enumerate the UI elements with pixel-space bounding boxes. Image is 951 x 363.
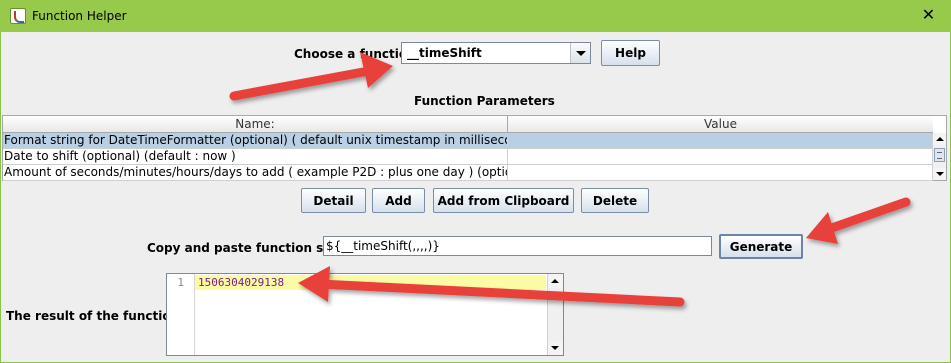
- table-row[interactable]: Amount of seconds/minutes/hours/days to …: [3, 165, 933, 181]
- result-value[interactable]: 1506304029138: [198, 276, 284, 289]
- detail-button[interactable]: Detail: [301, 188, 366, 213]
- title-bar[interactable]: Function Helper ✕: [0, 0, 951, 32]
- line-number: 1: [177, 276, 184, 289]
- scroll-down-icon[interactable]: [933, 168, 946, 180]
- scroll-thumb[interactable]: [934, 148, 945, 162]
- function-parameters-heading: Function Parameters: [414, 94, 555, 108]
- scroll-down-icon[interactable]: [548, 341, 563, 355]
- table-row[interactable]: Date to shift (optional) (default : now …: [3, 149, 933, 165]
- chevron-down-icon[interactable]: [570, 43, 590, 63]
- line-number-gutter: 1: [167, 274, 195, 355]
- java-icon: [10, 8, 26, 24]
- table-row[interactable]: Format string for DateTimeFormatter (opt…: [3, 133, 933, 149]
- param-value-cell[interactable]: [508, 149, 933, 164]
- window-title: Function Helper: [32, 9, 127, 23]
- delete-button[interactable]: Delete: [581, 188, 649, 213]
- column-header-name[interactable]: Name:: [3, 116, 508, 132]
- arrow-to-generate-button: [806, 197, 911, 244]
- param-name-cell[interactable]: Date to shift (optional) (default : now …: [3, 149, 508, 164]
- param-name-cell[interactable]: Format string for DateTimeFormatter (opt…: [3, 133, 508, 148]
- param-value-cell[interactable]: [508, 133, 933, 148]
- table-scrollbar[interactable]: [932, 133, 946, 180]
- generate-button[interactable]: Generate: [719, 234, 803, 259]
- scroll-up-icon[interactable]: [933, 133, 946, 145]
- selected-function-value: __timeShift: [407, 46, 482, 60]
- scroll-up-icon[interactable]: [548, 274, 563, 288]
- help-button[interactable]: Help: [601, 40, 660, 66]
- add-button[interactable]: Add: [372, 188, 425, 213]
- param-value-cell[interactable]: [508, 165, 933, 180]
- table-header: Name: Value: [3, 116, 933, 133]
- function-select[interactable]: __timeShift: [401, 42, 591, 64]
- close-button[interactable]: ✕: [906, 0, 951, 32]
- result-scrollbar[interactable]: [547, 274, 563, 355]
- column-header-value[interactable]: Value: [508, 116, 933, 132]
- parameters-table[interactable]: Name: Value Format string for DateTimeFo…: [2, 115, 947, 181]
- result-textarea[interactable]: 1 1506304029138: [166, 273, 564, 356]
- function-string-field[interactable]: ${__timeShift(,,,,)}: [323, 236, 712, 256]
- choose-function-label: Choose a function: [294, 47, 416, 61]
- add-from-clipboard-button[interactable]: Add from Clipboard: [433, 188, 574, 213]
- param-name-cell[interactable]: Amount of seconds/minutes/hours/days to …: [3, 165, 508, 180]
